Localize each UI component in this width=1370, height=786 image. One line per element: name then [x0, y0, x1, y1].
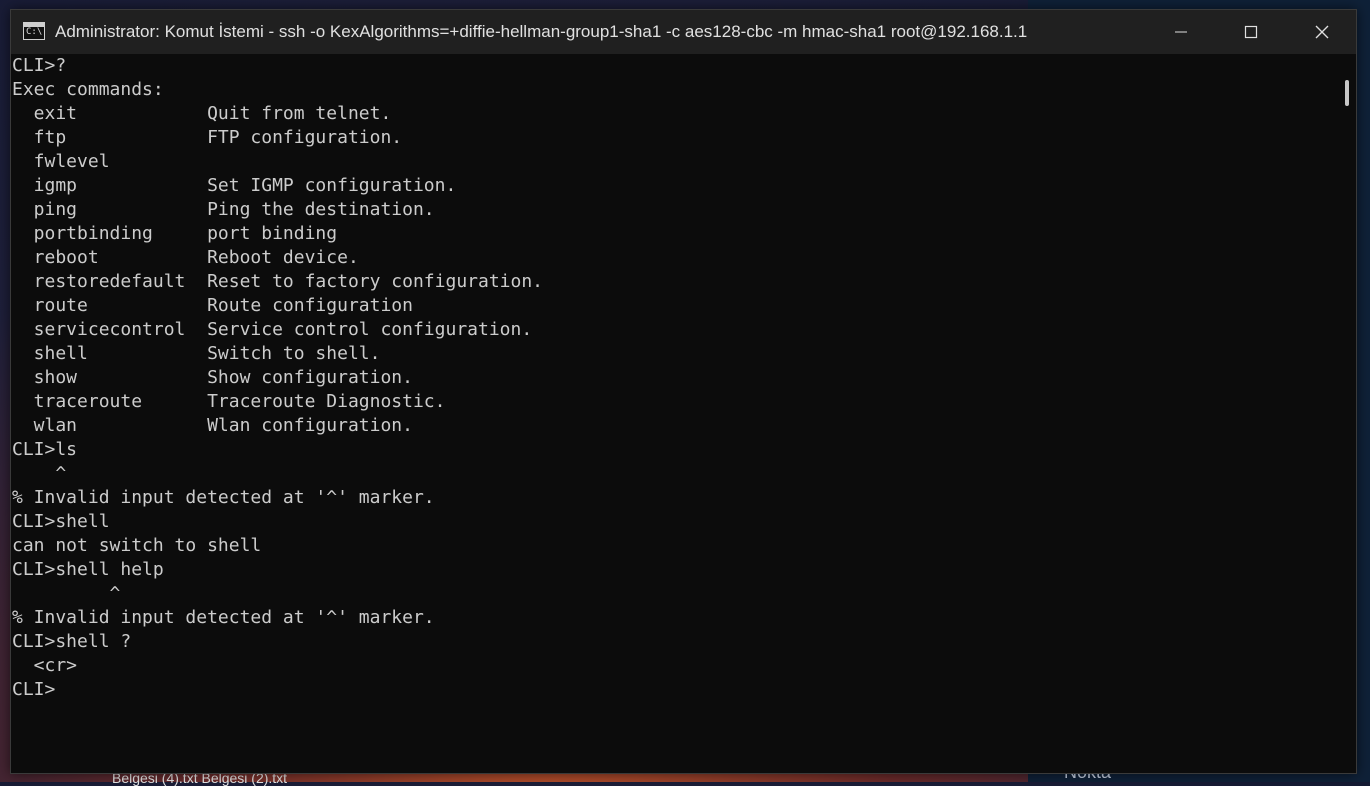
- terminal-line: CLI>shell: [12, 511, 110, 532]
- close-button[interactable]: [1288, 10, 1356, 54]
- terminal-line: ^: [12, 463, 67, 484]
- maximize-icon: [1244, 25, 1258, 39]
- terminal-line: CLI>: [12, 679, 56, 700]
- terminal-output[interactable]: CLI>? Exec commands: exit Quit from telne…: [12, 54, 1330, 772]
- terminal-line: fwlevel: [12, 151, 110, 172]
- terminal-line: exit Quit from telnet.: [12, 103, 392, 124]
- terminal-line: ping Ping the destination.: [12, 199, 435, 220]
- terminal-line: % Invalid input detected at '^' marker.: [12, 607, 435, 628]
- terminal-line: Exec commands:: [12, 79, 164, 100]
- terminal-line: CLI>shell help: [12, 559, 164, 580]
- terminal-line: portbinding port binding: [12, 223, 338, 244]
- terminal-line: igmp Set IGMP configuration.: [12, 175, 457, 196]
- terminal-line: can not switch to shell: [12, 535, 262, 556]
- terminal-line: ftp FTP configuration.: [12, 127, 403, 148]
- terminal-line: servicecontrol Service control configura…: [12, 319, 533, 340]
- terminal-line: shell Switch to shell.: [12, 343, 381, 364]
- title-bar[interactable]: C:\ Administrator: Komut İstemi - ssh -o…: [11, 10, 1356, 54]
- terminal-line: CLI>shell ?: [12, 631, 132, 652]
- terminal-line: <cr>: [12, 655, 78, 676]
- window-title: Administrator: Komut İstemi - ssh -o Kex…: [55, 22, 1028, 41]
- terminal-line: % Invalid input detected at '^' marker.: [12, 487, 435, 508]
- terminal-line: CLI>ls: [12, 439, 78, 460]
- command-prompt-icon: C:\: [23, 22, 45, 40]
- maximize-button[interactable]: [1217, 10, 1285, 54]
- terminal-line: show Show configuration.: [12, 367, 413, 388]
- close-icon: [1315, 25, 1329, 39]
- terminal-line: restoredefault Reset to factory configur…: [12, 271, 544, 292]
- terminal-line: traceroute Traceroute Diagnostic.: [12, 391, 446, 412]
- scrollbar-thumb[interactable]: [1345, 80, 1349, 106]
- terminal-line: route Route configuration: [12, 295, 413, 316]
- vertical-scrollbar[interactable]: [1340, 54, 1354, 772]
- minimize-button[interactable]: [1147, 10, 1215, 54]
- terminal-window[interactable]: C:\ Administrator: Komut İstemi - ssh -o…: [10, 9, 1357, 774]
- terminal-line: reboot Reboot device.: [12, 247, 359, 268]
- terminal-line: CLI>?: [12, 55, 67, 76]
- terminal-line: wlan Wlan configuration.: [12, 415, 413, 436]
- minimize-icon: [1175, 31, 1187, 33]
- terminal-line: ^: [12, 583, 121, 604]
